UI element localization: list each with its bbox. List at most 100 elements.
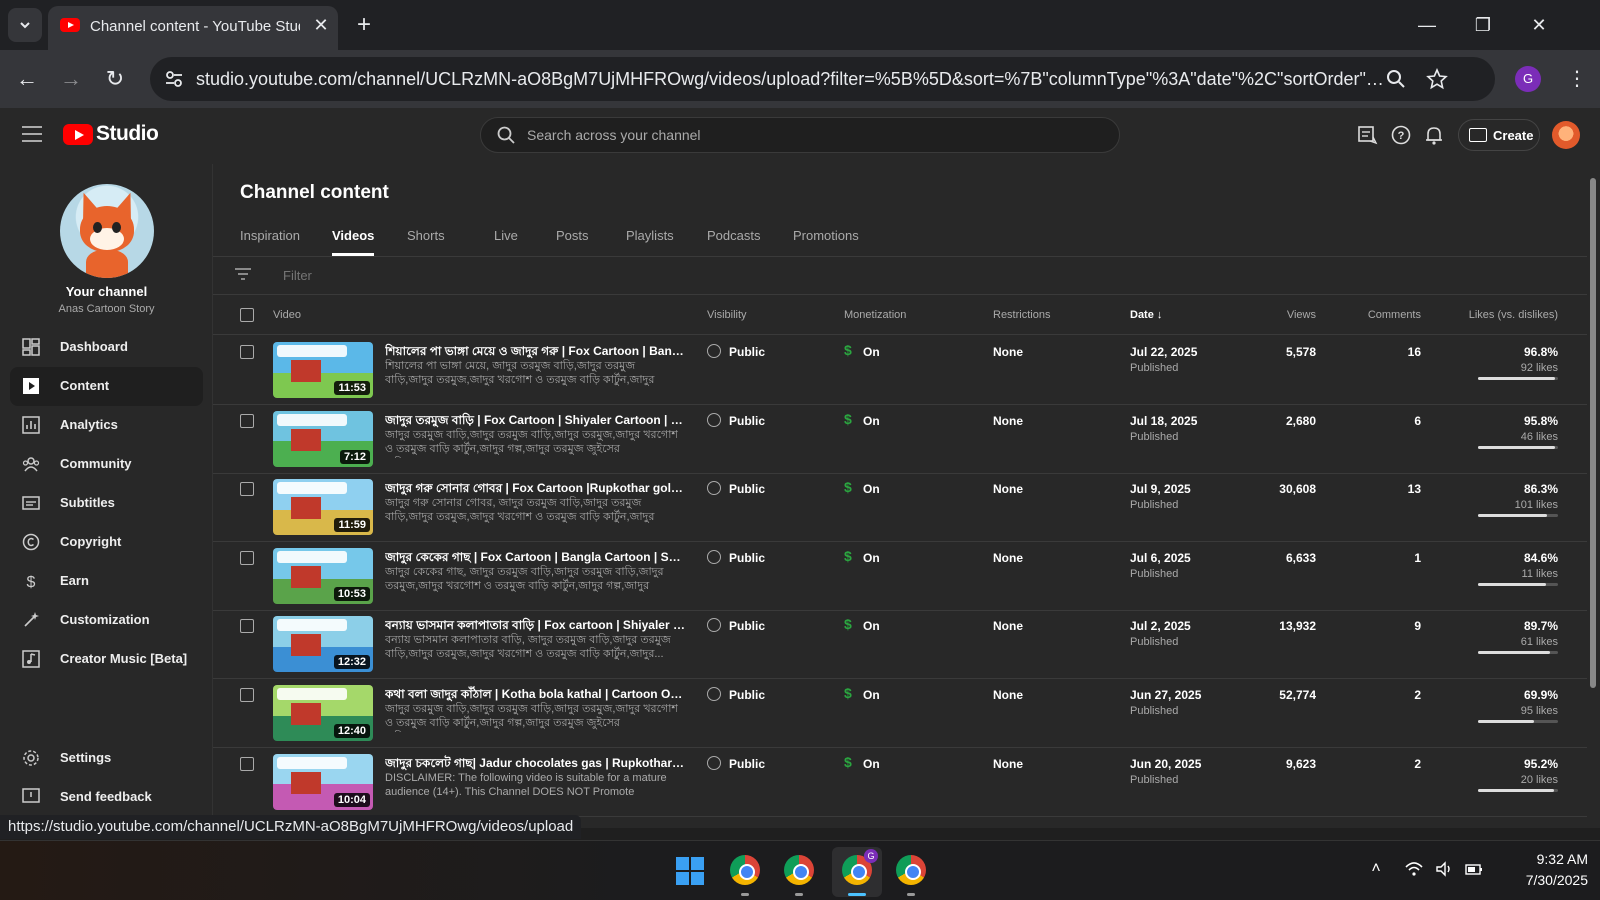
- chrome-taskbar-icon[interactable]: [896, 855, 926, 885]
- row-checkbox[interactable]: [240, 345, 254, 359]
- back-button[interactable]: ←: [12, 64, 42, 94]
- messages-icon[interactable]: [1356, 124, 1378, 146]
- sidebar-item-settings[interactable]: Settings: [10, 739, 203, 778]
- table-row[interactable]: 7:12 জাদুর তরমুজ বাড়ি | Fox Cartoon | S…: [213, 404, 1587, 474]
- windows-start-icon[interactable]: [676, 857, 704, 885]
- browser-menu-icon[interactable]: ⋮: [1562, 64, 1592, 94]
- browser-profile-avatar[interactable]: G: [1515, 66, 1541, 92]
- visibility-value[interactable]: Public: [729, 551, 765, 565]
- chrome-taskbar-icon[interactable]: [784, 855, 814, 885]
- row-checkbox[interactable]: [240, 756, 254, 771]
- comments-value[interactable]: 1: [1353, 551, 1421, 565]
- monetization-value[interactable]: On: [863, 345, 880, 359]
- monetization-value[interactable]: On: [863, 551, 880, 565]
- reload-button[interactable]: ↻: [100, 64, 130, 94]
- tab-posts[interactable]: Posts: [556, 228, 589, 256]
- site-info-icon[interactable]: [162, 67, 186, 91]
- table-row[interactable]: 11:59 জাদুর গরু সোনার গোবর | Fox Cartoon…: [213, 472, 1587, 543]
- account-avatar[interactable]: [1552, 121, 1580, 149]
- help-icon[interactable]: ?: [1390, 124, 1412, 146]
- video-thumbnail[interactable]: 12:32: [273, 616, 373, 673]
- browser-tab-active[interactable]: Channel content - YouTube Studio ✕: [48, 6, 338, 50]
- table-row[interactable]: 10:04 জাদুর চকলেট গাছ| Jadur chocolates …: [213, 747, 1587, 817]
- visibility-value[interactable]: Public: [729, 482, 765, 496]
- table-row[interactable]: 11:53 শিয়ালের পা ভাঙ্গা মেয়ে ও জাদুর গ…: [213, 335, 1587, 405]
- sidebar-item-analytics[interactable]: Analytics: [10, 406, 203, 445]
- tab-search-button[interactable]: [8, 8, 42, 42]
- video-thumbnail[interactable]: 12:40: [273, 685, 373, 741]
- monetization-value[interactable]: On: [863, 482, 880, 496]
- row-checkbox[interactable]: [240, 413, 254, 428]
- filter-icon[interactable]: [235, 268, 251, 280]
- clock-date[interactable]: 7/30/2025: [1488, 872, 1588, 888]
- tab-podcasts[interactable]: Podcasts: [707, 228, 760, 256]
- visibility-value[interactable]: Public: [729, 414, 765, 428]
- zoom-icon[interactable]: [1386, 69, 1406, 89]
- sidebar-item-earn[interactable]: $ Earn: [10, 562, 203, 601]
- visibility-value[interactable]: Public: [729, 757, 765, 771]
- row-checkbox[interactable]: [240, 550, 254, 565]
- comments-value[interactable]: 9: [1353, 619, 1421, 633]
- table-row[interactable]: 12:32 বন্যায় ভাসমান কলাপাতার বাড়ি | Fo…: [213, 609, 1587, 680]
- monetization-value[interactable]: On: [863, 414, 880, 428]
- tab-inspiration[interactable]: Inspiration: [240, 228, 300, 256]
- address-bar[interactable]: studio.youtube.com/channel/UCLRzMN-aO8Bg…: [150, 57, 1495, 101]
- chrome-taskbar-icon-active[interactable]: G: [842, 849, 878, 885]
- close-window-button[interactable]: ✕: [1524, 10, 1554, 40]
- column-header-date[interactable]: Date ↓: [1130, 309, 1162, 321]
- table-row[interactable]: 12:40 কথা বলা জাদুর কাঁঠাল | Kotha bola …: [213, 678, 1587, 748]
- minimize-button[interactable]: —: [1412, 10, 1442, 40]
- sidebar-item-subtitles[interactable]: Subtitles: [10, 484, 203, 523]
- filter-input[interactable]: [283, 268, 583, 283]
- search-box[interactable]: [480, 117, 1120, 153]
- visibility-value[interactable]: Public: [729, 345, 765, 359]
- sidebar-item-content[interactable]: Content: [10, 367, 203, 406]
- video-thumbnail[interactable]: 10:53: [273, 547, 373, 604]
- restore-button[interactable]: ❐: [1468, 10, 1498, 40]
- battery-icon[interactable]: [1464, 859, 1484, 879]
- visibility-value[interactable]: Public: [729, 619, 765, 633]
- scrollbar[interactable]: [1587, 164, 1600, 828]
- comments-value[interactable]: 16: [1353, 345, 1421, 359]
- monetization-value[interactable]: On: [863, 619, 880, 633]
- chrome-taskbar-icon[interactable]: [730, 855, 760, 885]
- menu-icon[interactable]: [22, 126, 42, 142]
- row-checkbox[interactable]: [240, 482, 254, 497]
- tab-shorts[interactable]: Shorts: [407, 228, 445, 256]
- sidebar-item-creator-music[interactable]: Creator Music [Beta]: [10, 640, 203, 679]
- volume-icon[interactable]: [1434, 859, 1454, 879]
- video-thumbnail[interactable]: 11:59: [273, 479, 373, 536]
- youtube-logo-icon[interactable]: [63, 124, 93, 145]
- video-thumbnail[interactable]: 7:12: [273, 410, 373, 467]
- channel-avatar[interactable]: [60, 184, 154, 278]
- studio-logo-text[interactable]: Studio: [96, 122, 159, 146]
- sidebar-item-copyright[interactable]: Copyright: [10, 523, 203, 562]
- clock-time[interactable]: 9:32 AM: [1488, 851, 1588, 867]
- visibility-value[interactable]: Public: [729, 688, 765, 702]
- table-row[interactable]: 10:53 জাদুর কেকের গাছ | Fox Cartoon | Ba…: [213, 541, 1587, 611]
- video-thumbnail[interactable]: 10:04: [273, 753, 373, 810]
- url-text[interactable]: studio.youtube.com/channel/UCLRzMN-aO8Bg…: [196, 69, 1396, 90]
- sidebar-item-community[interactable]: Community: [10, 445, 203, 484]
- comments-value[interactable]: 2: [1353, 757, 1421, 771]
- create-button[interactable]: Create: [1458, 119, 1540, 151]
- sidebar-item-send-feedback[interactable]: Send feedback: [10, 778, 203, 817]
- row-checkbox[interactable]: [240, 619, 254, 634]
- comments-value[interactable]: 6: [1353, 414, 1421, 428]
- tab-live[interactable]: Live: [494, 228, 518, 256]
- comments-value[interactable]: 13: [1353, 482, 1421, 496]
- chevron-up-icon[interactable]: ˄: [1366, 859, 1386, 879]
- bookmark-star-icon[interactable]: [1426, 68, 1448, 90]
- tab-promotions[interactable]: Promotions: [793, 228, 859, 256]
- monetization-value[interactable]: On: [863, 688, 880, 702]
- wifi-icon[interactable]: [1404, 859, 1424, 879]
- search-input[interactable]: [527, 118, 1087, 152]
- forward-button[interactable]: →: [56, 64, 86, 94]
- sidebar-item-dashboard[interactable]: Dashboard: [10, 328, 203, 367]
- tab-close-icon[interactable]: ✕: [310, 14, 332, 36]
- sidebar-item-customization[interactable]: Customization: [10, 601, 203, 640]
- notifications-bell-icon[interactable]: [1423, 124, 1445, 146]
- tab-playlists[interactable]: Playlists: [626, 228, 674, 256]
- scrollbar-thumb[interactable]: [1590, 178, 1596, 688]
- new-tab-button[interactable]: +: [350, 12, 378, 40]
